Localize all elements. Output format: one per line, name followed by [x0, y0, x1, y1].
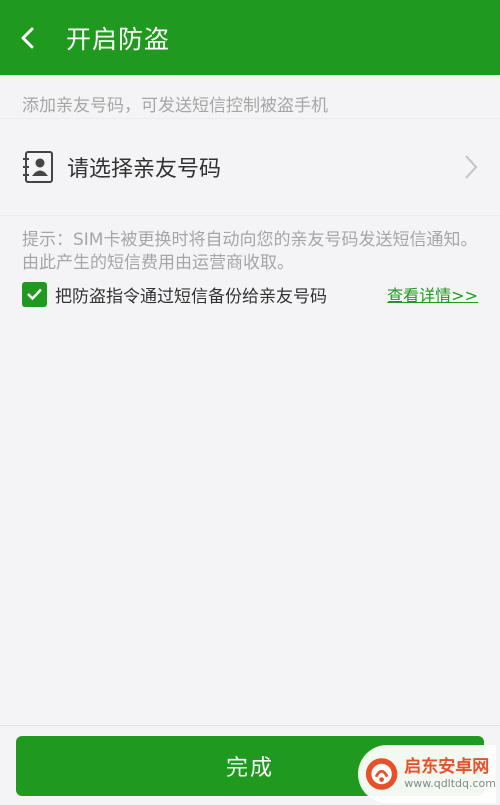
select-contact-row[interactable]: 请选择亲友号码	[0, 118, 500, 216]
watermark-name: 启东安卓网	[404, 757, 490, 777]
chevron-left-icon	[21, 27, 34, 48]
contact-card-icon	[23, 151, 53, 183]
page-title: 开启防盗	[66, 24, 171, 54]
intro-hint: 添加亲友号码，可发送短信控制被盗手机	[22, 96, 328, 116]
backup-option-row: 把防盗指令通过短信备份给亲友号码 查看详情>>	[22, 281, 478, 307]
backup-checkbox[interactable]	[22, 281, 47, 307]
back-button[interactable]	[0, 0, 56, 75]
select-contact-label: 请选择亲友号码	[67, 157, 222, 182]
site-logo-icon	[365, 758, 398, 790]
chevron-right-icon	[465, 155, 478, 179]
view-details-link[interactable]: 查看详情>>	[387, 282, 478, 306]
backup-option-label: 把防盗指令通过短信备份给亲友号码	[55, 286, 327, 307]
site-watermark: 启东安卓网 www.qdltdq.com	[358, 745, 496, 803]
watermark-url: www.qdltdq.com	[404, 777, 496, 790]
app-header: 开启防盗	[0, 0, 500, 75]
sim-change-tip: 提示：SIM卡被更换时将自动向您的亲友号码发送短信通知。由此产生的短信费用由运营…	[22, 230, 478, 273]
checkmark-icon	[27, 288, 42, 301]
